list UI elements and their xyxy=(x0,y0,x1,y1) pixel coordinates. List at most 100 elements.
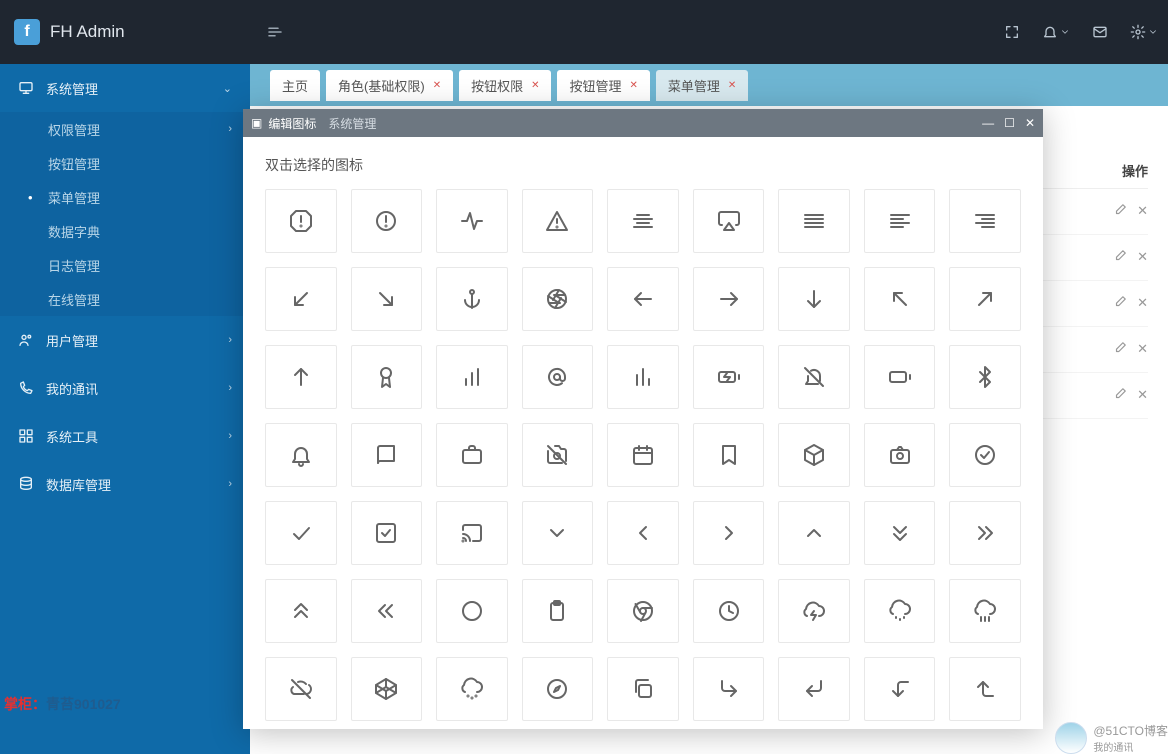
award-icon[interactable] xyxy=(351,345,423,409)
arrow-up-left-icon[interactable] xyxy=(864,267,936,331)
align-right-icon[interactable] xyxy=(949,189,1021,253)
align-justify-icon[interactable] xyxy=(778,189,850,253)
codepen-icon[interactable] xyxy=(351,657,423,721)
alert-circle-icon[interactable] xyxy=(351,189,423,253)
submenu-item-dict[interactable]: 数据字典 xyxy=(0,214,250,248)
chevron-left-icon[interactable] xyxy=(607,501,679,565)
sidebar-item-system[interactable]: 系统管理 ⌄ xyxy=(0,64,250,112)
box-icon[interactable] xyxy=(778,423,850,487)
bell-icon[interactable] xyxy=(1042,24,1070,40)
tab-3[interactable]: 按钮管理✕ xyxy=(557,70,649,101)
tab-2[interactable]: 按钮权限✕ xyxy=(459,70,551,101)
modal-titlebar[interactable]: ▣ 编辑图标 系统管理 — ☐ ✕ xyxy=(243,109,1043,137)
edit-icon[interactable] xyxy=(1113,341,1127,358)
arrow-down-right-icon[interactable] xyxy=(351,267,423,331)
alert-triangle-icon[interactable] xyxy=(522,189,594,253)
cloud-drizzle-icon[interactable] xyxy=(864,579,936,643)
delete-icon[interactable]: ✕ xyxy=(1137,203,1148,220)
bluetooth-icon[interactable] xyxy=(949,345,1021,409)
submenu-item-online[interactable]: 在线管理 xyxy=(0,282,250,316)
chevrons-up-icon[interactable] xyxy=(265,579,337,643)
book-icon[interactable] xyxy=(351,423,423,487)
submenu-item-log[interactable]: 日志管理 xyxy=(0,248,250,282)
aperture-icon[interactable] xyxy=(522,267,594,331)
check-square-icon[interactable] xyxy=(351,501,423,565)
battery-icon[interactable] xyxy=(864,345,936,409)
bookmark-icon[interactable] xyxy=(693,423,765,487)
align-center-icon[interactable] xyxy=(607,189,679,253)
sidebar-item-tools[interactable]: 系统工具 › xyxy=(0,412,250,460)
corner-down-left-icon[interactable] xyxy=(778,657,850,721)
delete-icon[interactable]: ✕ xyxy=(1137,341,1148,358)
arrow-up-icon[interactable] xyxy=(265,345,337,409)
chevron-up-icon[interactable] xyxy=(778,501,850,565)
close-icon[interactable]: ✕ xyxy=(531,80,539,91)
submenu-item-button[interactable]: 按钮管理 xyxy=(0,146,250,180)
close-icon[interactable]: ✕ xyxy=(728,80,736,91)
arrow-up-right-icon[interactable] xyxy=(949,267,1021,331)
check-icon[interactable] xyxy=(265,501,337,565)
airplay-icon[interactable] xyxy=(693,189,765,253)
sidebar-item-db[interactable]: 数据库管理 › xyxy=(0,460,250,508)
delete-icon[interactable]: ✕ xyxy=(1137,387,1148,404)
close-icon[interactable]: ✕ xyxy=(433,80,441,91)
edit-icon[interactable] xyxy=(1113,295,1127,312)
corner-left-up-icon[interactable] xyxy=(949,657,1021,721)
activity-icon[interactable] xyxy=(436,189,508,253)
cloud-lightning-icon[interactable] xyxy=(778,579,850,643)
battery-charging-icon[interactable] xyxy=(693,345,765,409)
align-left-icon[interactable] xyxy=(864,189,936,253)
cloud-rain-icon[interactable] xyxy=(949,579,1021,643)
bell-off-icon[interactable] xyxy=(778,345,850,409)
chevron-right-icon[interactable] xyxy=(693,501,765,565)
chevron-down-icon[interactable] xyxy=(522,501,594,565)
bar-chart-icon[interactable] xyxy=(436,345,508,409)
arrow-down-icon[interactable] xyxy=(778,267,850,331)
tab-4[interactable]: 菜单管理✕ xyxy=(656,70,748,101)
submenu-item-menu[interactable]: 菜单管理 xyxy=(0,180,250,214)
clipboard-icon[interactable] xyxy=(522,579,594,643)
briefcase-icon[interactable] xyxy=(436,423,508,487)
cast-icon[interactable] xyxy=(436,501,508,565)
alert-octagon-icon[interactable] xyxy=(265,189,337,253)
bar-chart-2-icon[interactable] xyxy=(607,345,679,409)
camera-icon[interactable] xyxy=(864,423,936,487)
menu-toggle-icon[interactable] xyxy=(250,0,300,64)
chevrons-down-icon[interactable] xyxy=(864,501,936,565)
tab-1[interactable]: 角色(基础权限)✕ xyxy=(326,70,453,101)
fullscreen-icon[interactable] xyxy=(1004,24,1020,40)
compass-icon[interactable] xyxy=(522,657,594,721)
anchor-icon[interactable] xyxy=(436,267,508,331)
camera-off-icon[interactable] xyxy=(522,423,594,487)
clock-icon[interactable] xyxy=(693,579,765,643)
corner-left-down-icon[interactable] xyxy=(864,657,936,721)
tab-0[interactable]: 主页 xyxy=(270,70,320,101)
circle-icon[interactable] xyxy=(436,579,508,643)
brand[interactable]: f FH Admin xyxy=(0,0,250,64)
cloud-off-icon[interactable] xyxy=(265,657,337,721)
submenu-item-permission[interactable]: 权限管理› xyxy=(0,112,250,146)
calendar-icon[interactable] xyxy=(607,423,679,487)
sidebar-item-comm[interactable]: 我的通讯 › xyxy=(0,364,250,412)
mail-icon[interactable] xyxy=(1092,24,1108,40)
arrow-left-icon[interactable] xyxy=(607,267,679,331)
gear-icon[interactable] xyxy=(1130,24,1158,40)
edit-icon[interactable] xyxy=(1113,387,1127,404)
edit-icon[interactable] xyxy=(1113,249,1127,266)
check-circle-icon[interactable] xyxy=(949,423,1021,487)
maximize-button[interactable]: ☐ xyxy=(1004,116,1015,130)
sidebar-item-user[interactable]: 用户管理 › xyxy=(0,316,250,364)
arrow-down-left-icon[interactable] xyxy=(265,267,337,331)
corner-down-right-icon[interactable] xyxy=(693,657,765,721)
close-button[interactable]: ✕ xyxy=(1025,116,1035,130)
copy-icon[interactable] xyxy=(607,657,679,721)
cloud-snow-icon[interactable] xyxy=(436,657,508,721)
edit-icon[interactable] xyxy=(1113,203,1127,220)
chevrons-left-icon[interactable] xyxy=(351,579,423,643)
bell-icon[interactable] xyxy=(265,423,337,487)
at-sign-icon[interactable] xyxy=(522,345,594,409)
modal-body[interactable]: 双击选择的图标 xyxy=(243,137,1043,729)
close-icon[interactable]: ✕ xyxy=(630,80,638,91)
chevrons-right-icon[interactable] xyxy=(949,501,1021,565)
delete-icon[interactable]: ✕ xyxy=(1137,249,1148,266)
